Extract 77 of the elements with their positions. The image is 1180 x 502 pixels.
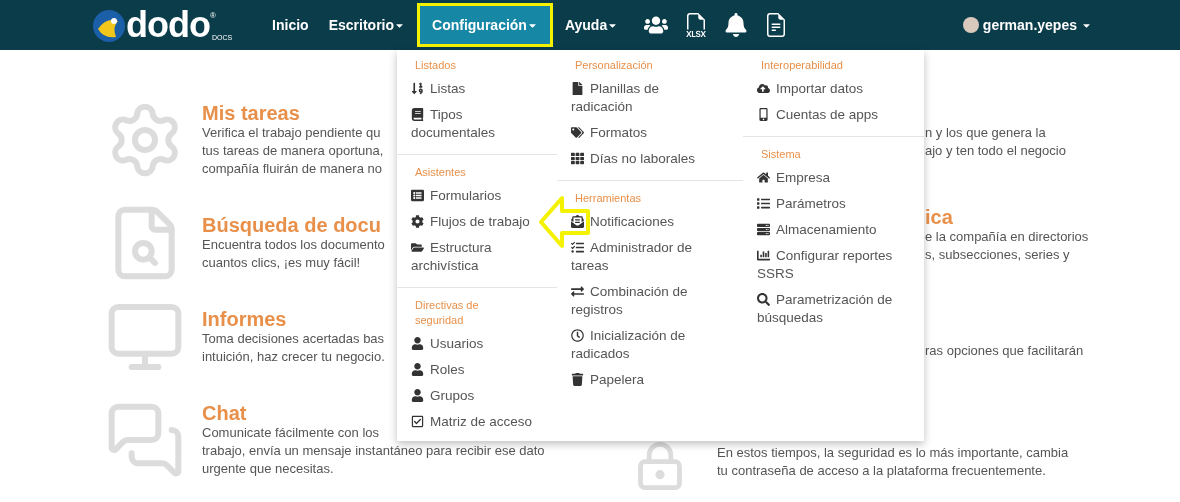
trash-icon	[571, 373, 584, 386]
nav-item[interactable]: Escritorio	[320, 0, 414, 50]
menu-section-title: Asistentes	[414, 165, 467, 180]
menu-section-title: Listados	[414, 58, 457, 73]
menu-item[interactable]: Parámetros	[743, 191, 910, 217]
list-icon	[757, 197, 770, 210]
home-icon	[757, 171, 770, 184]
checkbox-icon	[411, 415, 424, 428]
card-title: Búsqueda de docu	[202, 214, 381, 236]
user-menu[interactable]: german.yepes	[962, 17, 1092, 33]
logo-icon	[92, 9, 126, 43]
xlsx-file-icon[interactable]	[684, 13, 709, 37]
menu-item[interactable]: Formularios	[397, 183, 545, 209]
bar-chart-icon	[757, 249, 770, 262]
menu-section-title: Personalización	[574, 58, 654, 73]
clock-icon	[571, 329, 584, 342]
menu-item[interactable]: Formatos	[557, 120, 729, 146]
menu-section-title: Herramientas	[574, 191, 643, 206]
envelope-icon	[571, 215, 584, 228]
menu-item[interactable]: Planillas de radicación	[557, 76, 729, 120]
menu-section-title: Directivas de seguridad	[414, 298, 480, 328]
card-description: Encuentra todos los documento cuantos clics, ¡es muy fácil!	[202, 236, 385, 272]
card-description: n y los que genera la ajo y ten todo el negocio	[925, 124, 1066, 160]
book-icon	[411, 108, 424, 121]
bell-icon[interactable]	[724, 13, 749, 37]
menu-item[interactable]: Tipos documentales	[397, 102, 545, 146]
gear-icon	[411, 215, 424, 228]
menu-item[interactable]: Cuentas de apps	[743, 102, 910, 128]
grid-icon	[571, 152, 584, 165]
menu-item[interactable]: Flujos de trabajo	[397, 209, 545, 235]
card-description: Toma decisiones acertadas bas intuición, haz crecer tu negocio.	[202, 330, 385, 366]
exchange-icon	[571, 285, 584, 298]
cloud-upload-icon	[757, 82, 770, 95]
nav-item[interactable]: Ayuda	[556, 0, 627, 50]
menu-item[interactable]: Grupos	[397, 383, 545, 409]
card-description: En estos tiempos, la seguridad es lo más importante, cambia tu contraseña de acceso a la plataforma frecuentemente.	[717, 444, 1069, 480]
tasks-icon	[571, 241, 584, 254]
menu-item[interactable]: Papelera	[557, 367, 729, 393]
menu-item[interactable]: Días no laborales	[557, 146, 729, 172]
user-icon	[411, 363, 424, 376]
nav-item[interactable]: Configuración	[417, 3, 553, 47]
form-icon	[411, 189, 424, 202]
nav-item[interactable]: Inicio	[264, 0, 317, 50]
user-icon	[411, 337, 424, 350]
menu-item[interactable]: Configurar reportes SSRS	[743, 243, 910, 287]
card-description: e la compañía en directorios s, subsecciones, series y	[925, 228, 1089, 264]
menu-item[interactable]: Empresa	[743, 165, 910, 191]
registered-mark: ®	[209, 11, 216, 20]
menu-item[interactable]: Almacenamiento	[743, 217, 910, 243]
search-icon	[757, 293, 770, 306]
menu-item[interactable]: Administrador de tareas	[557, 235, 729, 279]
card-title: Mis tareas	[202, 102, 300, 124]
mobile-icon	[757, 108, 770, 121]
avatar	[962, 17, 979, 33]
sort-numeric-icon	[411, 82, 424, 95]
menu-section-title: Sistema	[760, 147, 802, 162]
menu-item[interactable]: Usuarios	[397, 331, 545, 357]
server-icon	[757, 223, 770, 236]
menu-item[interactable]: Importar datos	[743, 76, 910, 102]
logo-text: dodo	[126, 7, 210, 43]
menu-item[interactable]: Listas	[397, 76, 545, 102]
card-title: ica	[924, 206, 953, 228]
user-icon	[411, 389, 424, 402]
file-icon	[571, 82, 584, 95]
menu-item[interactable]: Parametrización de búsquedas	[743, 287, 910, 331]
menu-item[interactable]: Roles	[397, 357, 545, 383]
menu-section-title: Interoperabilidad	[760, 58, 844, 73]
card-description: Verifica el trabajo pendiente qu tus tareas de manera oportuna, compañía fluirán de manera no	[202, 124, 384, 178]
card-description: ras opciones que facilitarán	[925, 342, 1084, 360]
menu-item[interactable]: Inicialización de radicados	[557, 323, 729, 367]
menu-item[interactable]: Estructura archivística	[397, 235, 545, 279]
menu-item[interactable]: Notificaciones	[557, 209, 729, 235]
tags-icon	[571, 126, 584, 139]
card-title: Chat	[202, 402, 247, 424]
card-title: Informes	[202, 308, 287, 330]
folder-icon	[411, 241, 424, 254]
menu-item[interactable]: Combinación de registros	[557, 279, 729, 323]
